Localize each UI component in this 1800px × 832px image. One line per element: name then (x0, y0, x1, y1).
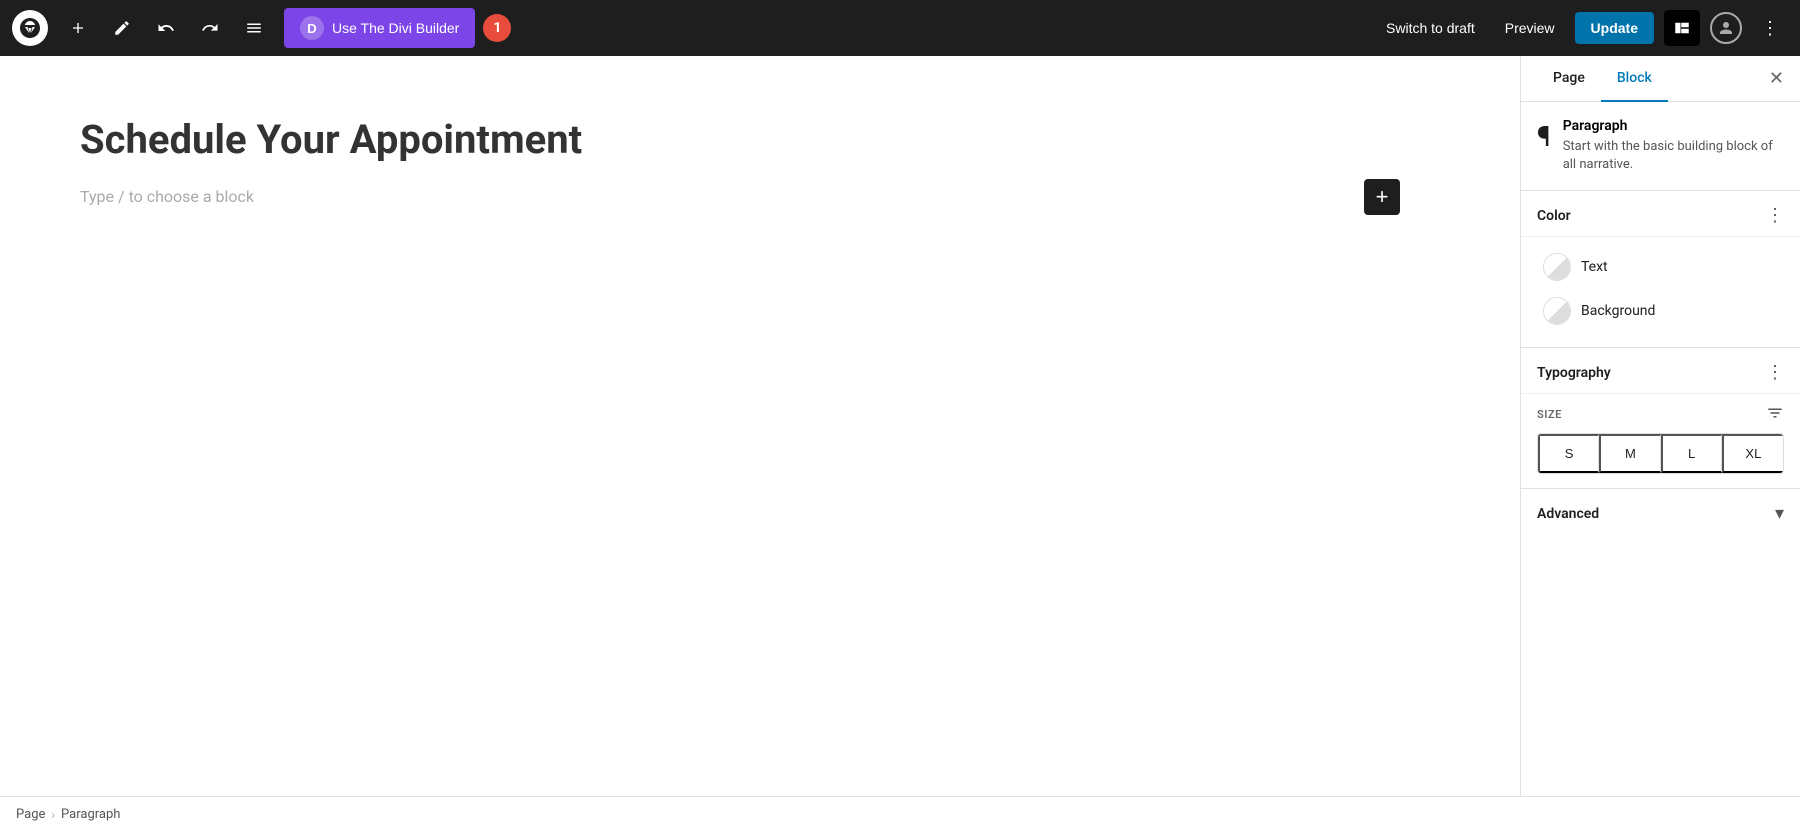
toolbar-right: Switch to draft Preview Update ⋮ (1376, 10, 1788, 46)
user-avatar[interactable] (1710, 12, 1742, 44)
block-description: Start with the basic building block of a… (1563, 138, 1784, 174)
breadcrumb-separator: › (51, 808, 55, 822)
bottom-bar: Page › Paragraph (0, 796, 1800, 832)
color-section-title: Color (1537, 208, 1571, 224)
background-color-swatch-inner (1544, 298, 1570, 324)
edit-button[interactable] (104, 10, 140, 46)
breadcrumb-paragraph[interactable]: Paragraph (61, 807, 120, 822)
undo-button[interactable] (148, 10, 184, 46)
redo-button[interactable] (192, 10, 228, 46)
tab-page[interactable]: Page (1537, 56, 1601, 102)
color-options: Text Background (1521, 237, 1800, 348)
preview-button[interactable]: Preview (1495, 14, 1565, 42)
typography-section-menu-button[interactable]: ⋮ (1766, 362, 1784, 383)
update-button[interactable]: Update (1575, 12, 1654, 44)
size-option-l[interactable]: L (1661, 434, 1722, 473)
block-info: ¶ Paragraph Start with the basic buildin… (1521, 102, 1800, 191)
typography-section-title: Typography (1537, 365, 1611, 381)
size-option-xl[interactable]: XL (1722, 434, 1783, 473)
color-section-header: Color ⋮ (1521, 191, 1800, 237)
size-filter-icon[interactable] (1766, 404, 1784, 425)
size-option-s[interactable]: S (1538, 434, 1599, 473)
background-color-label: Background (1581, 303, 1655, 319)
size-section: SIZE S M L XL (1521, 394, 1800, 488)
background-color-swatch (1543, 297, 1571, 325)
advanced-section[interactable]: Advanced ▾ (1521, 489, 1800, 538)
background-color-option[interactable]: Background (1537, 289, 1784, 333)
text-color-swatch-inner (1544, 254, 1570, 280)
layout-button[interactable] (1664, 10, 1700, 46)
typography-section-header: Typography ⋮ (1521, 348, 1800, 394)
block-name: Paragraph (1563, 118, 1784, 134)
advanced-title: Advanced (1537, 506, 1599, 522)
paragraph-icon: ¶ (1537, 120, 1551, 153)
size-option-m[interactable]: M (1599, 434, 1660, 473)
size-label: SIZE (1537, 404, 1784, 425)
text-color-swatch (1543, 253, 1571, 281)
tab-block[interactable]: Block (1601, 56, 1668, 102)
divi-icon: D (300, 16, 324, 40)
text-color-label: Text (1581, 259, 1608, 275)
switch-to-draft-button[interactable]: Switch to draft (1376, 14, 1485, 42)
size-options: S M L XL (1537, 433, 1784, 474)
advanced-header: Advanced ▾ (1537, 503, 1784, 524)
add-block-toolbar-button[interactable] (60, 10, 96, 46)
more-menu-button[interactable]: ⋮ (1752, 10, 1788, 46)
color-section-menu-button[interactable]: ⋮ (1766, 205, 1784, 226)
document-overview-button[interactable] (236, 10, 272, 46)
typography-section: Typography ⋮ SIZE S M L XL (1521, 348, 1800, 489)
wp-logo[interactable] (12, 10, 48, 46)
chevron-down-icon: ▾ (1775, 503, 1784, 524)
main-area: Schedule Your Appointment Type / to choo… (0, 56, 1800, 796)
text-color-option[interactable]: Text (1537, 245, 1784, 289)
sidebar-close-button[interactable]: ✕ (1769, 56, 1784, 101)
add-block-inline-button[interactable]: + (1364, 179, 1400, 215)
block-placeholder-row: Type / to choose a block + (80, 187, 1440, 206)
divi-builder-button[interactable]: D Use The Divi Builder (284, 8, 475, 48)
block-placeholder[interactable]: Type / to choose a block (80, 187, 254, 206)
toolbar: D Use The Divi Builder 1 Switch to draft… (0, 0, 1800, 56)
notification-badge[interactable]: 1 (483, 14, 511, 42)
breadcrumb-page[interactable]: Page (16, 807, 45, 822)
block-info-text: Paragraph Start with the basic building … (1563, 118, 1784, 174)
sidebar: Page Block ✕ ¶ Paragraph Start with the … (1520, 56, 1800, 796)
editor-area[interactable]: Schedule Your Appointment Type / to choo… (0, 56, 1520, 796)
page-title: Schedule Your Appointment (80, 116, 1440, 163)
sidebar-tabs: Page Block ✕ (1521, 56, 1800, 102)
